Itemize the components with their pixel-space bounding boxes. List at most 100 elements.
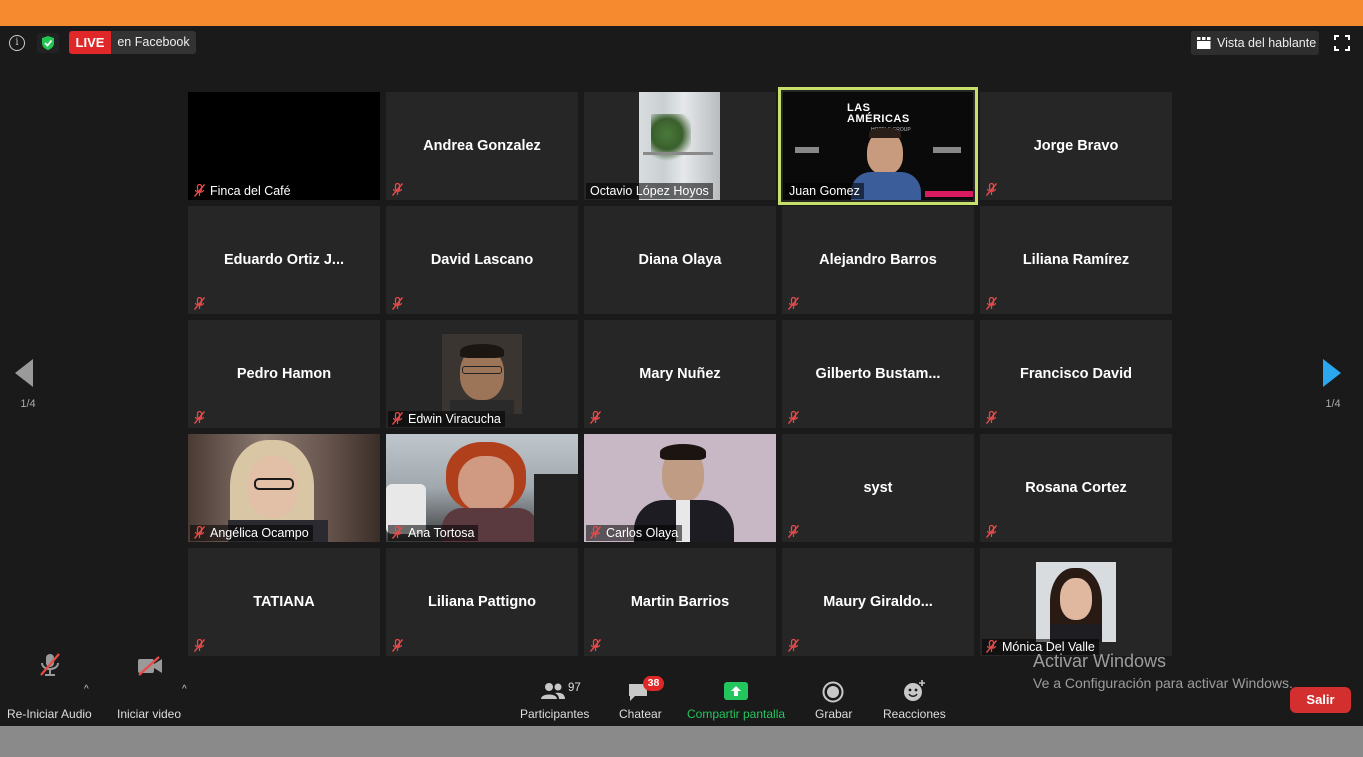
participant-name: Carlos Olaya	[586, 525, 683, 541]
fullscreen-icon[interactable]	[1334, 35, 1350, 51]
live-destination[interactable]: en Facebook	[111, 31, 196, 54]
slide-logo-text: AMÉRICAS	[847, 113, 910, 125]
previous-page-arrow[interactable]	[14, 358, 34, 388]
participant-tile[interactable]: Francisco David	[980, 320, 1172, 428]
participant-tile[interactable]: David Lascano	[386, 206, 578, 314]
participant-name: Jorge Bravo	[1033, 138, 1119, 154]
participants-count: 97	[568, 682, 581, 694]
muted-mic-icon	[194, 411, 205, 424]
participant-tile[interactable]: Eduardo Ortiz J...	[188, 206, 380, 314]
muted-mic-icon	[590, 526, 601, 539]
audio-options-caret[interactable]: ^	[84, 684, 89, 695]
participant-tile[interactable]: Liliana Ramírez	[980, 206, 1172, 314]
leave-button[interactable]: Salir	[1290, 687, 1351, 713]
share-screen-button[interactable]: Compartir pantalla	[684, 648, 788, 721]
participant-tile-active-speaker[interactable]: LAS AMÉRICAS HOTELS GROUP Juan Gomez	[778, 87, 978, 205]
participant-name: Mary Nuñez	[639, 366, 721, 382]
muted-mic-icon	[788, 411, 799, 424]
participant-tile[interactable]: Martin Barrios	[584, 548, 776, 656]
video-off-icon	[138, 656, 162, 676]
participant-tile[interactable]: Carlos Olaya	[584, 434, 776, 542]
participant-name: Juan Gomez	[785, 183, 864, 199]
chat-button[interactable]: Chatear	[614, 648, 664, 721]
participant-tile[interactable]: Maury Giraldo...	[782, 548, 974, 656]
participant-name: David Lascano	[430, 252, 534, 268]
live-badge[interactable]: LIVE	[69, 31, 111, 54]
participant-tile[interactable]: Octavio López Hoyos	[584, 92, 776, 200]
muted-mic-icon	[986, 525, 997, 538]
record-button[interactable]: Grabar	[810, 648, 856, 721]
participant-name: Octavio López Hoyos	[586, 183, 713, 199]
muted-mic-icon	[788, 297, 799, 310]
participant-name: TATIANA	[253, 594, 315, 610]
meeting-toolbar: Re-Iniciar Audio ^ Iniciar video ^ Parti…	[0, 648, 1363, 721]
participant-name: Pedro Hamon	[236, 366, 332, 382]
participant-name: Eduardo Ortiz J...	[223, 252, 345, 268]
participant-tile[interactable]: Angélica Ocampo	[188, 434, 380, 542]
muted-mic-icon	[788, 525, 799, 538]
muted-mic-icon	[392, 526, 403, 539]
participant-name: Alejandro Barros	[819, 252, 937, 268]
record-label: Grabar	[815, 707, 853, 721]
participant-name: Martin Barrios	[630, 594, 730, 610]
participant-avatar	[1036, 562, 1116, 642]
participant-avatar	[442, 334, 522, 414]
reactions-label: Reacciones	[883, 707, 946, 721]
muted-mic-icon	[392, 412, 403, 425]
muted-mic-icon	[986, 411, 997, 424]
participant-name: Andrea Gonzalez	[423, 138, 541, 154]
muted-mic-icon	[194, 526, 205, 539]
info-icon[interactable]: i	[9, 35, 25, 51]
participant-name: Francisco David	[1019, 366, 1132, 382]
meeting-window: i LIVE en Facebook Vista del hablante 1/…	[0, 26, 1363, 726]
video-button[interactable]: Iniciar video	[115, 648, 185, 721]
muted-mic-icon	[392, 297, 403, 310]
participant-tile[interactable]: Edwin Viracucha	[386, 320, 578, 428]
participant-name: Finca del Café	[190, 183, 295, 199]
participant-tile[interactable]: Liliana Pattigno	[386, 548, 578, 656]
speaker-view-label: Vista del hablante	[1217, 36, 1317, 50]
muted-mic-icon	[986, 183, 997, 196]
muted-mic-icon	[40, 653, 60, 676]
reactions-icon	[904, 680, 925, 701]
participant-name: Liliana Ramírez	[1022, 252, 1130, 268]
participant-name: Ana Tortosa	[388, 525, 479, 541]
participant-tile[interactable]: Andrea Gonzalez	[386, 92, 578, 200]
participant-tile[interactable]: Gilberto Bustam...	[782, 320, 974, 428]
reactions-button[interactable]: Reacciones	[880, 648, 946, 721]
participant-name: Diana Olaya	[638, 252, 722, 268]
participant-name: Maury Giraldo...	[823, 594, 933, 610]
muted-mic-icon	[392, 183, 403, 196]
page-indicator-right: 1/4	[1325, 398, 1341, 410]
participant-tile[interactable]: syst	[782, 434, 974, 542]
participant-tile[interactable]: TATIANA	[188, 548, 380, 656]
participant-tile[interactable]: Mónica Del Valle	[980, 548, 1172, 656]
participants-label: Participantes	[520, 707, 590, 721]
participant-tile[interactable]: Rosana Cortez	[980, 434, 1172, 542]
participants-icon	[541, 683, 565, 699]
participant-tile[interactable]: Diana Olaya	[584, 206, 776, 314]
top-accent-bar	[0, 0, 1363, 26]
chat-unread-badge: 38	[643, 676, 664, 691]
audio-label: Re-Iniciar Audio	[7, 707, 92, 721]
share-screen-icon	[724, 682, 748, 700]
participant-tile[interactable]: Jorge Bravo	[980, 92, 1172, 200]
participant-name: Liliana Pattigno	[428, 594, 536, 610]
participant-name: Angélica Ocampo	[190, 525, 313, 541]
chat-label: Chatear	[619, 707, 662, 721]
participant-tile[interactable]: Finca del Café	[188, 92, 380, 200]
participant-name: Edwin Viracucha	[388, 411, 505, 427]
muted-mic-icon	[986, 297, 997, 310]
participants-button[interactable]: Participantes	[518, 648, 592, 721]
participant-name: Gilberto Bustam...	[815, 366, 941, 382]
shield-icon[interactable]	[37, 33, 59, 53]
participant-tile[interactable]: Pedro Hamon	[188, 320, 380, 428]
taskbar-strip	[0, 726, 1363, 757]
participant-tile[interactable]: Alejandro Barros	[782, 206, 974, 314]
participant-tile[interactable]: Mary Nuñez	[584, 320, 776, 428]
participant-tile[interactable]: Ana Tortosa	[386, 434, 578, 542]
speaker-view-button[interactable]: Vista del hablante	[1191, 31, 1319, 55]
next-page-arrow[interactable]	[1322, 358, 1342, 388]
video-options-caret[interactable]: ^	[182, 684, 187, 695]
muted-mic-icon	[194, 297, 205, 310]
